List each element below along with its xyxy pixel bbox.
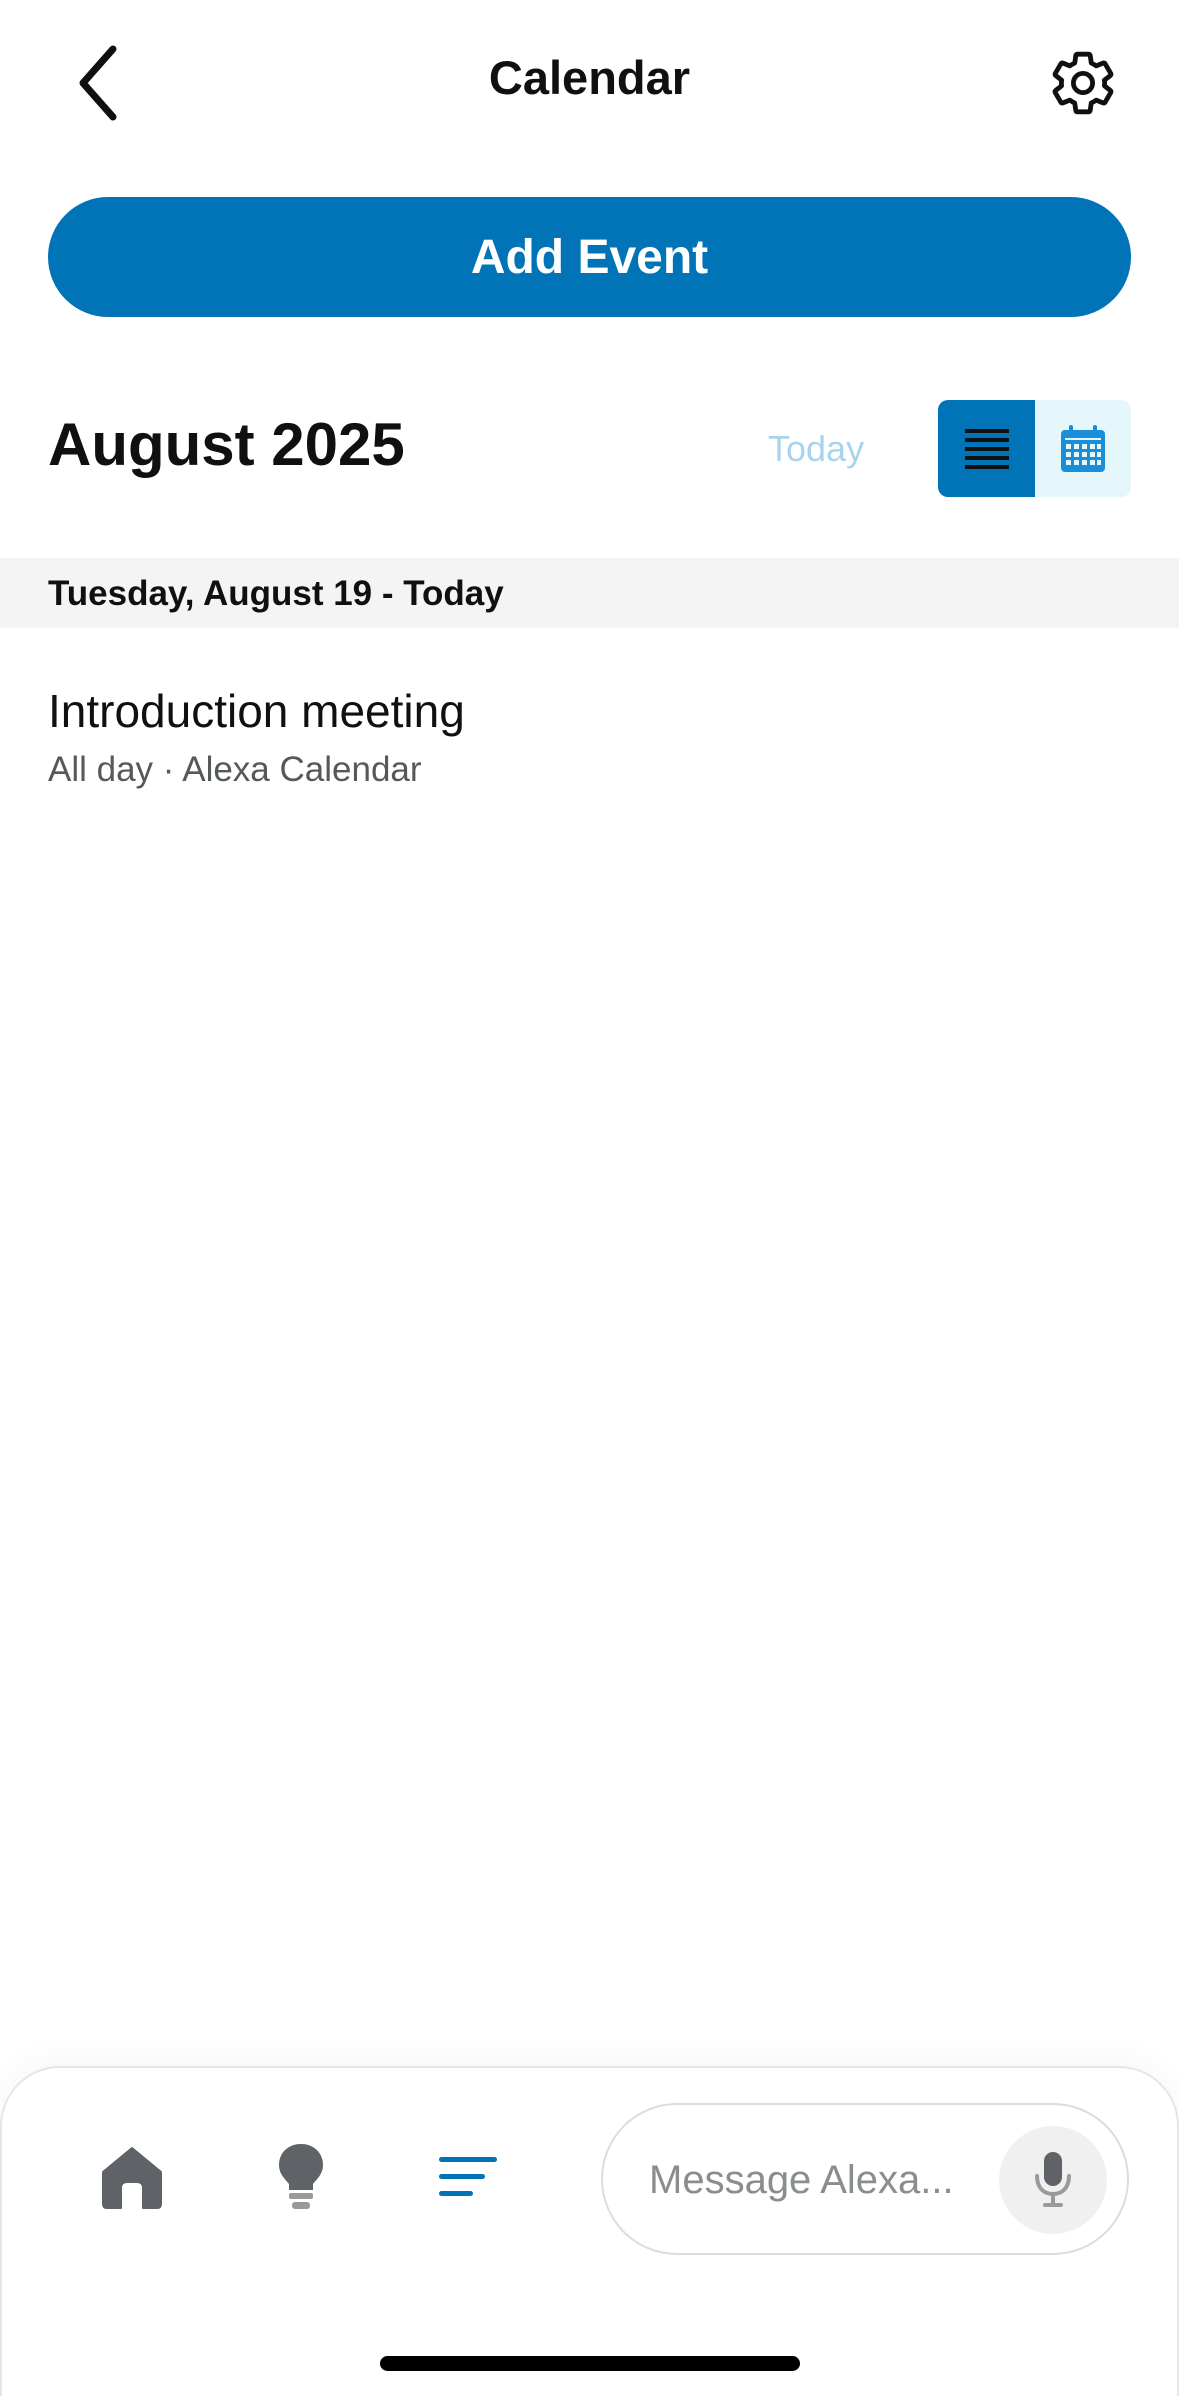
microphone-icon	[1035, 2152, 1071, 2207]
home-indicator[interactable]	[380, 2356, 800, 2371]
message-input[interactable]	[649, 2145, 979, 2215]
settings-button[interactable]	[1038, 38, 1128, 128]
event-subtitle: All day · Alexa Calendar	[48, 750, 422, 789]
message-alexa-box	[601, 2103, 1129, 2255]
chevron-left-icon	[79, 45, 117, 121]
nav-ideas-button[interactable]	[256, 2132, 346, 2222]
day-header-label: Tuesday, August 19 - Today	[48, 574, 504, 613]
back-button[interactable]	[58, 38, 138, 128]
gear-icon	[1052, 51, 1114, 115]
day-header: Tuesday, August 19 - Today	[0, 558, 1179, 628]
event-item[interactable]: Introduction meeting All day · Alexa Cal…	[0, 660, 1179, 800]
month-title: August 2025	[48, 411, 405, 478]
calendar-screen: Calendar Add Event August 2025 Today Tue…	[0, 0, 1179, 2396]
view-toggle	[938, 400, 1131, 497]
today-button[interactable]: Today	[768, 428, 864, 470]
lightbulb-icon	[279, 2144, 323, 2209]
add-event-button[interactable]: Add Event	[48, 197, 1131, 317]
calendar-grid-icon	[1061, 424, 1105, 472]
page-title: Calendar	[488, 51, 691, 104]
microphone-button[interactable]	[999, 2126, 1107, 2234]
menu-lines-icon	[439, 2157, 497, 2196]
nav-home-button[interactable]	[87, 2132, 177, 2222]
event-title: Introduction meeting	[48, 685, 465, 737]
list-view-button[interactable]	[938, 400, 1035, 497]
nav-more-button[interactable]	[423, 2132, 513, 2222]
list-view-icon	[964, 428, 1009, 469]
calendar-view-button[interactable]	[1035, 400, 1131, 497]
home-icon	[102, 2147, 162, 2209]
header: Calendar	[0, 0, 1179, 170]
